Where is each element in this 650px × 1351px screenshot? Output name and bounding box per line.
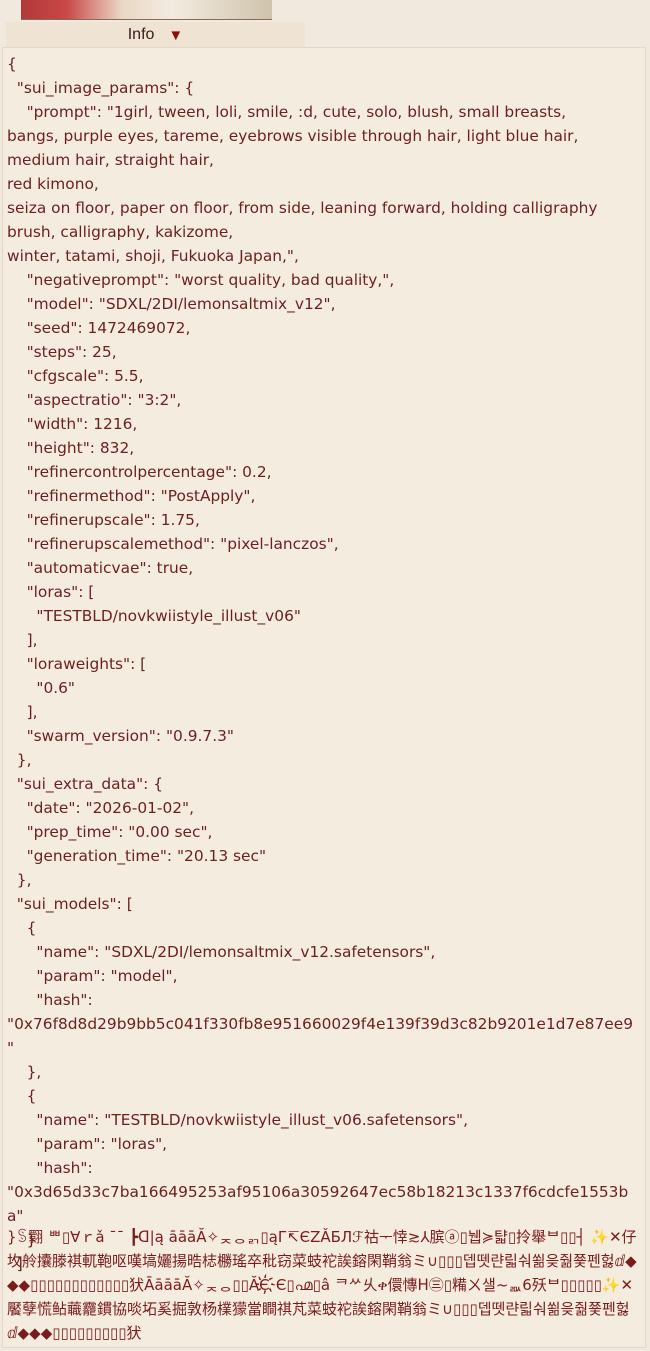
metadata-panel: { "sui_image_params": { "prompt": "1girl… <box>2 47 646 1348</box>
metadata-json: { "sui_image_params": { "prompt": "1girl… <box>7 55 633 1273</box>
garbled-text-block: }ꌗ翾 ᄈ▯∀ｒǎ ¯¯ ┣ᗡ|ą āāāĂ✧ᆽᆼᆰ▯ąГ↸ЄΖǍБЛℱ祜ᅮ悻≳… <box>7 1228 637 1342</box>
info-label: Info <box>127 26 155 43</box>
image-thumbnail[interactable] <box>21 0 272 20</box>
triangle-down-icon: ▼ <box>168 26 184 44</box>
info-toggle[interactable]: Info ▼ <box>6 22 305 48</box>
